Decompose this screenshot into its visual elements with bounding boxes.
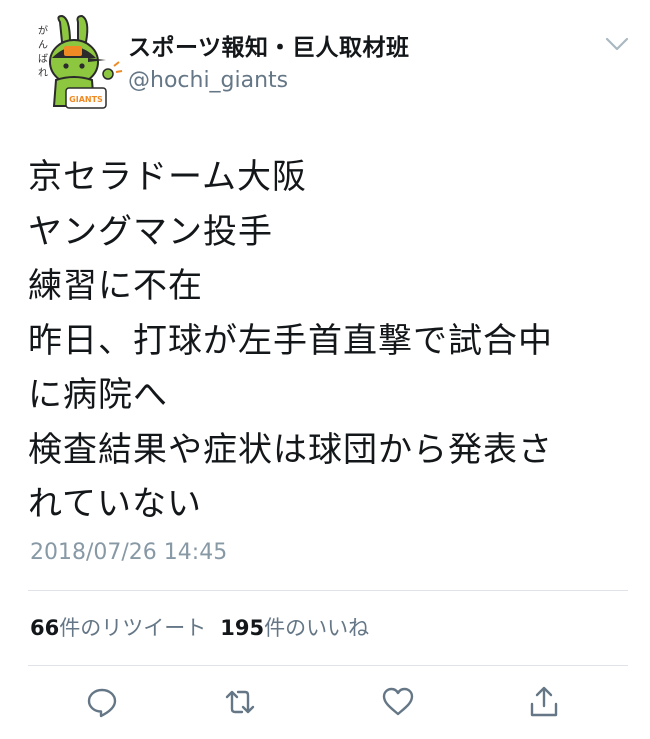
account-names[interactable]: スポーツ報知・巨人取材班 @hochi_giants [128, 28, 410, 93]
likes-label: 件のいいね [264, 616, 370, 640]
svg-text:れ: れ [38, 67, 48, 79]
avatar[interactable]: が ん ば れ GIANTS [26, 14, 124, 112]
tweet-timestamp[interactable]: 2018/07/26 14:45 [30, 540, 227, 565]
more-options-button[interactable] [604, 34, 630, 54]
display-name[interactable]: スポーツ報知・巨人取材班 [128, 28, 410, 62]
divider [28, 665, 628, 666]
retweet-button[interactable] [218, 680, 262, 724]
tweet-actions [0, 680, 650, 730]
reply-icon [87, 688, 117, 718]
chevron-down-icon [605, 37, 629, 51]
tweet-header: が ん ば れ GIANTS スポーツ報知・巨人取材班 @hochi_giant… [26, 14, 636, 114]
svg-text:が: が [38, 24, 48, 37]
tweet-line: ヤングマン投手 [28, 211, 273, 252]
retweet-icon [225, 690, 255, 714]
retweets-label: 件のリツイート [59, 616, 207, 640]
retweets-count: 66 [30, 616, 60, 640]
share-button[interactable] [522, 680, 566, 724]
svg-text:GIANTS: GIANTS [69, 95, 103, 104]
likes-count: 195 [220, 616, 265, 640]
tweet-line: 昨日、打球が左手首直撃で試合中 [28, 320, 553, 361]
tweet-text: 京セラドーム大阪 ヤングマン投手 練習に不在 昨日、打球が左手首直撃で試合中 に… [28, 150, 628, 532]
share-icon [530, 686, 558, 717]
tweet-line: れていない [28, 484, 202, 524]
like-button[interactable] [376, 680, 420, 724]
tweet-line: に病院へ [28, 375, 168, 415]
tweet-line: 練習に不在 [28, 266, 203, 306]
likes-stat[interactable]: 195件のいいね [220, 616, 369, 640]
account-handle[interactable]: @hochi_giants [128, 68, 410, 93]
svg-text:ば: ば [38, 53, 48, 65]
svg-text:ん: ん [38, 39, 48, 51]
mascot-avatar-icon: が ん ば れ GIANTS [38, 14, 123, 109]
tweet-stats: 66件のリツイート 195件のいいね [30, 612, 369, 642]
heart-icon [382, 687, 414, 716]
retweets-stat[interactable]: 66件のリツイート [30, 616, 206, 640]
reply-button[interactable] [80, 680, 124, 724]
tweet-line: 検査結果や症状は球団から発表さ [28, 429, 553, 470]
tweet-line: 京セラドーム大阪 [28, 157, 307, 197]
divider [28, 590, 628, 591]
